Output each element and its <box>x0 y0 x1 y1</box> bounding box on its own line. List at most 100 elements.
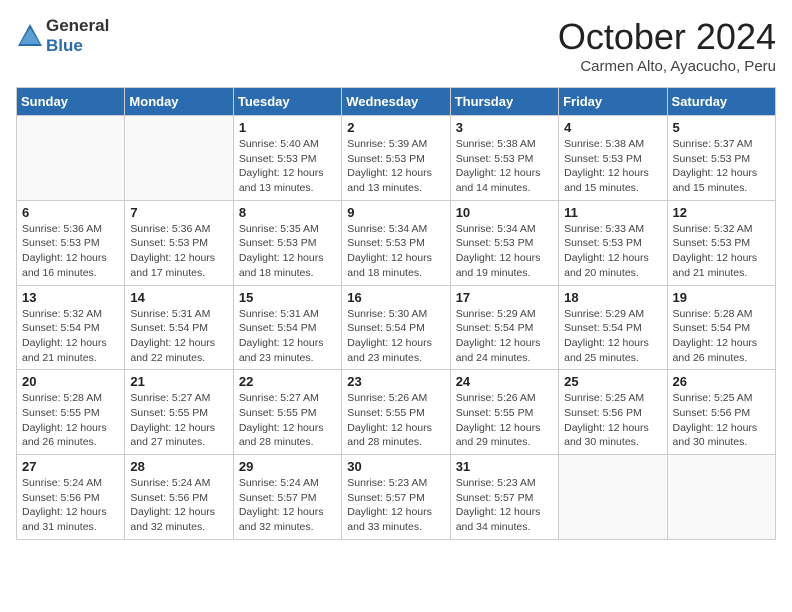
day-number: 13 <box>22 290 119 305</box>
calendar-cell: 12Sunrise: 5:32 AMSunset: 5:53 PMDayligh… <box>667 200 775 285</box>
day-info: Sunrise: 5:23 AMSunset: 5:57 PMDaylight:… <box>456 476 553 535</box>
calendar-cell: 8Sunrise: 5:35 AMSunset: 5:53 PMDaylight… <box>233 200 341 285</box>
day-number: 8 <box>239 205 336 220</box>
day-info: Sunrise: 5:25 AMSunset: 5:56 PMDaylight:… <box>673 391 770 450</box>
day-number: 4 <box>564 120 661 135</box>
calendar-cell: 10 Sunrise: 5:34 AMSunset: 5:53 PMDayligh… <box>450 200 558 285</box>
day-info: Sunrise: 5:38 AMSunset: 5:53 PMDaylight:… <box>564 137 661 196</box>
calendar-cell: 19 Sunrise: 5:28 AMSunset: 5:54 PMDayligh… <box>667 285 775 370</box>
day-info: Sunrise: 5:27 AMSunset: 5:55 PMDaylight:… <box>130 391 227 450</box>
logo-icon <box>16 22 44 50</box>
calendar-cell: 1 Sunrise: 5:40 AMSunset: 5:53 PMDaylight… <box>233 116 341 201</box>
calendar-week-4: 20 Sunrise: 5:28 AMSunset: 5:55 PMDayligh… <box>17 370 776 455</box>
day-number: 22 <box>239 374 336 389</box>
logo-general: General <box>46 16 109 35</box>
calendar-cell: 26 Sunrise: 5:25 AMSunset: 5:56 PMDayligh… <box>667 370 775 455</box>
calendar-cell: 9 Sunrise: 5:34 AMSunset: 5:53 PMDaylight… <box>342 200 450 285</box>
day-info: Sunrise: 5:36 AMSunset: 5:53 PMDaylight:… <box>130 222 227 281</box>
day-number: 26 <box>673 374 770 389</box>
day-number: 19 <box>673 290 770 305</box>
day-number: 1 <box>239 120 336 135</box>
day-number: 14 <box>130 290 227 305</box>
day-number: 17 <box>456 290 553 305</box>
weekday-header-thursday: Thursday <box>450 88 558 116</box>
calendar-cell: 14Sunrise: 5:31 AMSunset: 5:54 PMDayligh… <box>125 285 233 370</box>
day-info: Sunrise: 5:23 AMSunset: 5:57 PMDaylight:… <box>347 476 444 535</box>
day-number: 16 <box>347 290 444 305</box>
day-info: Sunrise: 5:24 AMSunset: 5:56 PMDaylight:… <box>22 476 119 535</box>
day-number: 9 <box>347 205 444 220</box>
calendar-cell: 18Sunrise: 5:29 AMSunset: 5:54 PMDayligh… <box>559 285 667 370</box>
day-info: Sunrise: 5:28 AMSunset: 5:55 PMDaylight:… <box>22 391 119 450</box>
month-title: October 2024 <box>558 16 776 58</box>
calendar-cell <box>17 116 125 201</box>
calendar-week-5: 27 Sunrise: 5:24 AMSunset: 5:56 PMDayligh… <box>17 455 776 540</box>
day-info: Sunrise: 5:36 AMSunset: 5:53 PMDaylight:… <box>22 222 119 281</box>
location-title: Carmen Alto, Ayacucho, Peru <box>558 58 776 75</box>
weekday-header-wednesday: Wednesday <box>342 88 450 116</box>
day-number: 27 <box>22 459 119 474</box>
day-number: 29 <box>239 459 336 474</box>
day-info: Sunrise: 5:34 AMSunset: 5:53 PMDaylight:… <box>456 222 553 281</box>
day-info: Sunrise: 5:26 AMSunset: 5:55 PMDaylight:… <box>347 391 444 450</box>
calendar-week-1: 1 Sunrise: 5:40 AMSunset: 5:53 PMDaylight… <box>17 116 776 201</box>
calendar-cell <box>125 116 233 201</box>
calendar-cell: 27 Sunrise: 5:24 AMSunset: 5:56 PMDayligh… <box>17 455 125 540</box>
calendar-cell: 5 Sunrise: 5:37 AMSunset: 5:53 PMDaylight… <box>667 116 775 201</box>
day-number: 3 <box>456 120 553 135</box>
day-info: Sunrise: 5:38 AMSunset: 5:53 PMDaylight:… <box>456 137 553 196</box>
calendar-week-2: 6 Sunrise: 5:36 AMSunset: 5:53 PMDaylight… <box>17 200 776 285</box>
day-info: Sunrise: 5:30 AMSunset: 5:54 PMDaylight:… <box>347 307 444 366</box>
day-info: Sunrise: 5:34 AMSunset: 5:53 PMDaylight:… <box>347 222 444 281</box>
calendar-cell: 28Sunrise: 5:24 AMSunset: 5:56 PMDayligh… <box>125 455 233 540</box>
day-info: Sunrise: 5:29 AMSunset: 5:54 PMDaylight:… <box>456 307 553 366</box>
day-number: 7 <box>130 205 227 220</box>
weekday-header-saturday: Saturday <box>667 88 775 116</box>
day-number: 2 <box>347 120 444 135</box>
calendar-cell: 23Sunrise: 5:26 AMSunset: 5:55 PMDayligh… <box>342 370 450 455</box>
calendar-cell: 31Sunrise: 5:23 AMSunset: 5:57 PMDayligh… <box>450 455 558 540</box>
calendar-cell: 16 Sunrise: 5:30 AMSunset: 5:54 PMDayligh… <box>342 285 450 370</box>
logo: General Blue <box>16 16 109 56</box>
day-info: Sunrise: 5:25 AMSunset: 5:56 PMDaylight:… <box>564 391 661 450</box>
calendar-cell: 22 Sunrise: 5:27 AMSunset: 5:55 PMDayligh… <box>233 370 341 455</box>
calendar-cell <box>559 455 667 540</box>
weekday-header-tuesday: Tuesday <box>233 88 341 116</box>
calendar-cell: 6 Sunrise: 5:36 AMSunset: 5:53 PMDaylight… <box>17 200 125 285</box>
calendar-cell: 15 Sunrise: 5:31 AMSunset: 5:54 PMDayligh… <box>233 285 341 370</box>
day-number: 6 <box>22 205 119 220</box>
day-info: Sunrise: 5:40 AMSunset: 5:53 PMDaylight:… <box>239 137 336 196</box>
weekday-header-monday: Monday <box>125 88 233 116</box>
calendar-cell: 2 Sunrise: 5:39 AMSunset: 5:53 PMDaylight… <box>342 116 450 201</box>
day-info: Sunrise: 5:37 AMSunset: 5:53 PMDaylight:… <box>673 137 770 196</box>
day-info: Sunrise: 5:24 AMSunset: 5:57 PMDaylight:… <box>239 476 336 535</box>
day-info: Sunrise: 5:31 AMSunset: 5:54 PMDaylight:… <box>239 307 336 366</box>
day-number: 10 <box>456 205 553 220</box>
weekday-header-row: SundayMondayTuesdayWednesdayThursdayFrid… <box>17 88 776 116</box>
day-number: 28 <box>130 459 227 474</box>
day-info: Sunrise: 5:27 AMSunset: 5:55 PMDaylight:… <box>239 391 336 450</box>
calendar-cell: 25 Sunrise: 5:25 AMSunset: 5:56 PMDayligh… <box>559 370 667 455</box>
calendar-cell: 13Sunrise: 5:32 AMSunset: 5:54 PMDayligh… <box>17 285 125 370</box>
day-number: 5 <box>673 120 770 135</box>
day-number: 25 <box>564 374 661 389</box>
calendar-week-3: 13Sunrise: 5:32 AMSunset: 5:54 PMDayligh… <box>17 285 776 370</box>
day-number: 15 <box>239 290 336 305</box>
day-number: 11 <box>564 205 661 220</box>
day-info: Sunrise: 5:28 AMSunset: 5:54 PMDaylight:… <box>673 307 770 366</box>
calendar-cell: 21 Sunrise: 5:27 AMSunset: 5:55 PMDayligh… <box>125 370 233 455</box>
logo-blue: Blue <box>46 36 83 55</box>
day-info: Sunrise: 5:33 AMSunset: 5:53 PMDaylight:… <box>564 222 661 281</box>
calendar-cell: 20 Sunrise: 5:28 AMSunset: 5:55 PMDayligh… <box>17 370 125 455</box>
day-info: Sunrise: 5:39 AMSunset: 5:53 PMDaylight:… <box>347 137 444 196</box>
day-number: 30 <box>347 459 444 474</box>
calendar-cell: 29 Sunrise: 5:24 AMSunset: 5:57 PMDayligh… <box>233 455 341 540</box>
day-number: 21 <box>130 374 227 389</box>
calendar-cell: 30 Sunrise: 5:23 AMSunset: 5:57 PMDayligh… <box>342 455 450 540</box>
weekday-header-friday: Friday <box>559 88 667 116</box>
calendar-cell <box>667 455 775 540</box>
calendar-cell: 11 Sunrise: 5:33 AMSunset: 5:53 PMDayligh… <box>559 200 667 285</box>
day-info: Sunrise: 5:26 AMSunset: 5:55 PMDaylight:… <box>456 391 553 450</box>
calendar-table: SundayMondayTuesdayWednesdayThursdayFrid… <box>16 87 776 540</box>
day-number: 20 <box>22 374 119 389</box>
